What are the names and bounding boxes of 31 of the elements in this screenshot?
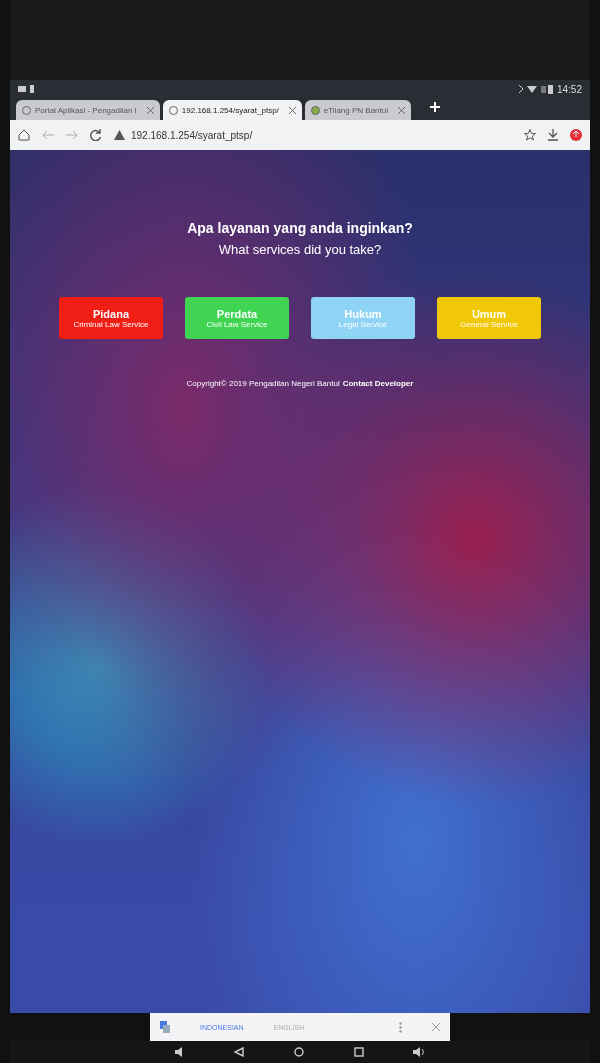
clock: 14:52	[556, 83, 582, 95]
browser-tab[interactable]: 192.168.1.254/syarat_ptsp/	[162, 100, 302, 120]
translate-icon[interactable]	[160, 1021, 170, 1033]
volume-icon[interactable]	[174, 1047, 185, 1057]
back-icon[interactable]	[234, 1047, 245, 1057]
page-heading: Apa layanan yang anda inginkan?	[187, 220, 413, 236]
copyright-text: Copyright© 2019 Pengadilan Negeri Bantul	[186, 379, 340, 388]
browser-tab[interactable]: Portal Aplikasi - Pengadilan I	[16, 100, 160, 120]
service-button[interactable]: Pidana Criminal Law Service	[59, 297, 163, 339]
extension-icon[interactable]	[570, 129, 582, 141]
close-icon[interactable]	[432, 1023, 440, 1031]
notification-icons	[18, 85, 36, 93]
more-icon[interactable]	[399, 1021, 402, 1033]
status-icons	[516, 84, 553, 94]
close-icon[interactable]	[146, 106, 154, 114]
close-icon[interactable]	[288, 106, 296, 114]
recents-icon[interactable]	[353, 1047, 364, 1057]
contact-link[interactable]: Contact Developer	[342, 379, 414, 388]
close-icon[interactable]	[398, 106, 405, 114]
reload-icon[interactable]	[90, 129, 102, 141]
page-subheading: What services did you take?	[218, 242, 382, 257]
tab-title: 192.168.1.254/syarat_ptsp/	[181, 105, 279, 115]
home-icon[interactable]	[18, 129, 30, 141]
download-icon[interactable]	[548, 129, 558, 141]
warning-icon	[114, 130, 125, 140]
browser-tab[interactable]: eTilang PN Bantul	[304, 100, 411, 120]
volume-icon[interactable]	[413, 1047, 426, 1057]
star-icon[interactable]	[524, 129, 536, 141]
tab-title: Portal Aplikasi - Pengadilan I	[35, 105, 137, 115]
url-text[interactable]: 192.168.1.254/syarat_ptsp/	[131, 129, 253, 141]
tab-title: eTilang PN Bantul	[323, 105, 388, 115]
